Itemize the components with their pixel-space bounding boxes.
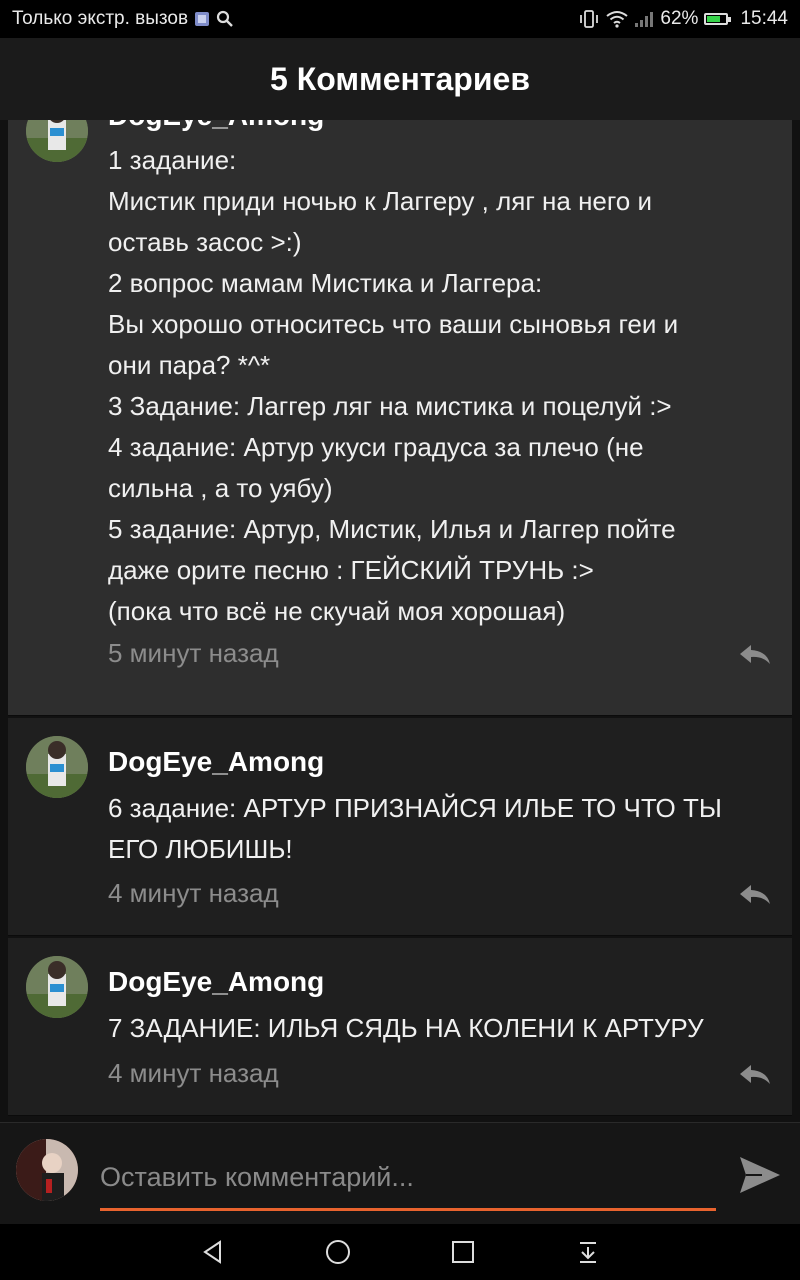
carrier-text: Только экстр. вызов — [12, 8, 189, 29]
comment-author[interactable]: DogEye_Among — [108, 120, 324, 132]
comment-timestamp: 5 минут назад — [108, 638, 279, 668]
avatar[interactable] — [26, 956, 88, 1018]
comment-line: сильна , а то уябу) — [108, 473, 333, 503]
comment-line: 4 задание: Артур укуси градуса за плечо … — [108, 432, 644, 462]
comment-composer — [0, 1122, 800, 1225]
comment-line: (пока что всё не скучай моя хорошая) — [108, 596, 566, 626]
back-button[interactable] — [150, 1224, 275, 1280]
comment-line: ЕГО ЛЮБИШЬ! — [108, 834, 293, 864]
wifi-icon — [606, 10, 629, 28]
avatar[interactable] — [26, 120, 88, 162]
reply-icon[interactable] — [738, 1062, 772, 1086]
recents-icon — [451, 1241, 474, 1263]
user-avatar[interactable] — [16, 1139, 78, 1201]
vibrate-icon — [578, 10, 600, 28]
comment-author[interactable]: DogEye_Among — [108, 746, 324, 778]
comment-item: DogEye_Among 1 задание: Мистик приди ноч… — [8, 120, 792, 716]
comment-timestamp: 4 минут назад — [108, 878, 279, 908]
battery-icon — [704, 13, 732, 25]
comment-author[interactable]: DogEye_Among — [108, 966, 324, 998]
page-title: 5 Комментариев — [270, 60, 530, 97]
comment-line: 3 Задание: Лаггер ляг на мистика и поцел… — [108, 391, 672, 421]
notification-pull-button[interactable] — [525, 1224, 650, 1280]
search-icon — [216, 10, 234, 28]
status-bar: Только экстр. вызов 62% 15:44 — [0, 0, 800, 38]
clock: 15:44 — [740, 8, 788, 29]
comment-text: 1 задание: Мистик приди ночью к Лаггеру … — [108, 140, 768, 632]
comment-line: Мистик приди ночью к Лаггеру , ляг на не… — [108, 186, 653, 216]
avatar[interactable] — [26, 736, 88, 798]
signal-icon — [634, 10, 654, 28]
comment-text: 6 задание: АРТУР ПРИЗНАЙСЯ ИЛЬЕ ТО ЧТО Т… — [108, 788, 768, 870]
comment-item: DogEye_Among 7 ЗАДАНИЕ: ИЛЬЯ СЯДЬ НА КОЛ… — [8, 938, 792, 1116]
status-left: Только экстр. вызов — [12, 8, 234, 30]
home-button[interactable] — [275, 1224, 400, 1280]
send-button[interactable] — [736, 1151, 784, 1199]
system-nav-bar — [0, 1224, 800, 1280]
send-icon — [740, 1157, 780, 1193]
home-icon — [325, 1240, 350, 1264]
comment-line: 2 вопрос мамам Мистика и Лаггера: — [108, 268, 543, 298]
comment-line: 7 ЗАДАНИЕ: ИЛЬЯ СЯДЬ НА КОЛЕНИ К АРТУРУ — [108, 1013, 704, 1043]
recents-button[interactable] — [400, 1224, 525, 1280]
status-right: 62% 15:44 — [578, 8, 788, 30]
battery-percent: 62% — [660, 8, 699, 29]
comment-input[interactable] — [100, 1147, 716, 1211]
comment-line: они пара? *^* — [108, 350, 271, 380]
notification-pull-icon — [579, 1242, 596, 1263]
comment-line: 5 задание: Артур, Мистик, Илья и Лаггер … — [108, 514, 676, 544]
comment-timestamp: 4 минут назад — [108, 1058, 279, 1088]
comment-list[interactable]: DogEye_Among 1 задание: Мистик приди ноч… — [0, 120, 800, 1122]
comment-text: 7 ЗАДАНИЕ: ИЛЬЯ СЯДЬ НА КОЛЕНИ К АРТУРУ — [108, 1008, 768, 1049]
comment-line: даже орите песню : ГЕЙСКИЙ ТРУНЬ :> — [108, 555, 594, 585]
comment-line: 6 задание: АРТУР ПРИЗНАЙСЯ ИЛЬЕ ТО ЧТО Т… — [108, 793, 722, 823]
comment-line: Вы хорошо относитесь что ваши сыновья ге… — [108, 309, 679, 339]
comment-line: 1 задание: — [108, 145, 237, 175]
back-icon — [202, 1240, 221, 1264]
sim-icon — [194, 11, 210, 27]
reply-icon[interactable] — [738, 642, 772, 666]
header: 5 Комментариев — [0, 38, 800, 120]
reply-icon[interactable] — [738, 882, 772, 906]
comment-line: оставь засос >:) — [108, 227, 302, 257]
comment-item: DogEye_Among 6 задание: АРТУР ПРИЗНАЙСЯ … — [8, 718, 792, 936]
